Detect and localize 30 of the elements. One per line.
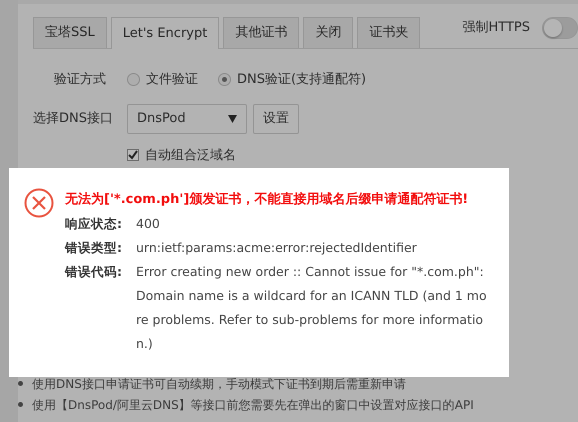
- tab[interactable]: 宝塔SSL: [33, 17, 107, 48]
- radio-button[interactable]: [127, 73, 140, 86]
- checkbox[interactable]: [127, 149, 139, 162]
- field-label: 验证方式: [53, 71, 107, 89]
- field-value: Error creating new order :: Cannot issue for "*.com.ph": Domain name is a wildcard for an ICANN TLD (and 1 more problems. Refer to sub-problems for more information.): [136, 263, 487, 353]
- bullet-icon: [18, 381, 23, 386]
- note-text: 使用DNS接口申请证书可自动续期，手动模式下证书到期后需重新申请: [32, 376, 406, 392]
- tab[interactable]: 关闭: [303, 17, 354, 48]
- caret-icon: [228, 114, 237, 122]
- tab[interactable]: Let's Encrypt: [110, 17, 220, 49]
- force-https-label: 强制HTTPS: [462, 19, 530, 38]
- field-value: 400: [136, 215, 160, 233]
- radio-label: DNS验证(支持通配符): [237, 71, 366, 89]
- field-label: 错误类型:: [65, 239, 123, 257]
- checkbox-label: 自动组合泛域名: [145, 146, 236, 164]
- field-label: 响应状态:: [65, 215, 123, 233]
- tab[interactable]: 其他证书: [223, 17, 300, 48]
- dns-select[interactable]: DnsPod: [127, 104, 247, 134]
- field-label: 选择DNS接口: [33, 110, 114, 128]
- field-value: urn:ietf:params:acme:error:rejectedIdentifier: [136, 239, 417, 257]
- tab[interactable]: 证书夹: [357, 17, 420, 48]
- toggle-switch[interactable]: [542, 17, 578, 39]
- bullet-icon: [18, 402, 23, 407]
- radio-label: 文件验证: [146, 71, 198, 89]
- radio-button[interactable]: [218, 73, 231, 86]
- error-title: 无法为['*.com.ph']颁发证书，不能直接用域名后缀申请通配符证书!: [65, 190, 470, 209]
- note-text: 使用【DnsPod/阿里云DNS】等接口前您需要先在弹出的窗口中设置对应接口的API: [32, 396, 474, 414]
- field-label: 错误代码:: [65, 263, 123, 281]
- settings-button[interactable]: 设置: [253, 104, 299, 134]
- error-icon: [24, 188, 54, 218]
